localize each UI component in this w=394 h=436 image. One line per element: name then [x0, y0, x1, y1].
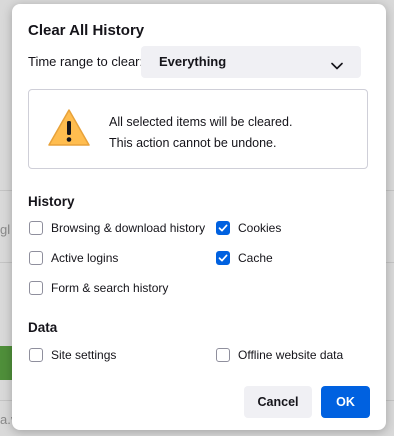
checkbox-label: Cookies [238, 221, 282, 235]
checkbox-label: Active logins [51, 251, 119, 265]
checkbox-label: Browsing & download history [51, 221, 206, 235]
cancel-button[interactable]: Cancel [244, 386, 312, 418]
dialog-title: Clear All History [28, 22, 145, 39]
checkbox-box[interactable] [216, 348, 230, 362]
cache-checkbox[interactable]: Cache [216, 251, 273, 265]
ok-button[interactable]: OK [321, 386, 370, 418]
warning-box: All selected items will be cleared. This… [28, 89, 368, 169]
checkbox-label: Offline website data [238, 348, 344, 362]
time-range-select[interactable]: Everything [141, 46, 361, 78]
offline-website-data-checkbox[interactable]: Offline website data [216, 348, 343, 362]
clear-history-dialog: Clear All History Time range to clear: E… [12, 4, 386, 430]
form-search-history-checkbox[interactable]: Form & search history [29, 281, 168, 295]
checkbox-box[interactable] [216, 251, 230, 265]
warning-line-1: All selected items will be cleared. [109, 115, 293, 129]
site-settings-checkbox[interactable]: Site settings [29, 348, 116, 362]
background-text-fragment: gl [0, 222, 11, 237]
cookies-checkbox[interactable]: Cookies [216, 221, 281, 235]
data-heading: Data [28, 320, 58, 335]
checkbox-box[interactable] [29, 221, 43, 235]
history-heading: History [28, 194, 75, 209]
warning-icon [47, 108, 91, 153]
checkbox-label: Site settings [51, 348, 117, 362]
checkbox-box[interactable] [29, 281, 43, 295]
checkmark-icon [218, 224, 228, 232]
checkbox-label: Form & search history [51, 281, 169, 295]
active-logins-checkbox[interactable]: Active logins [29, 251, 118, 265]
checkbox-label: Cache [238, 251, 273, 265]
browsing-history-checkbox[interactable]: Browsing & download history [29, 221, 205, 235]
warning-message: All selected items will be cleared. This… [109, 112, 292, 154]
checkmark-icon [218, 254, 228, 262]
checkbox-box[interactable] [29, 348, 43, 362]
time-range-value: Everything [159, 54, 227, 69]
time-range-label: Time range to clear: [28, 54, 144, 69]
warning-line-2: This action cannot be undone. [109, 136, 277, 150]
checkbox-box[interactable] [29, 251, 43, 265]
checkbox-box[interactable] [216, 221, 230, 235]
chevron-down-icon [331, 57, 343, 75]
